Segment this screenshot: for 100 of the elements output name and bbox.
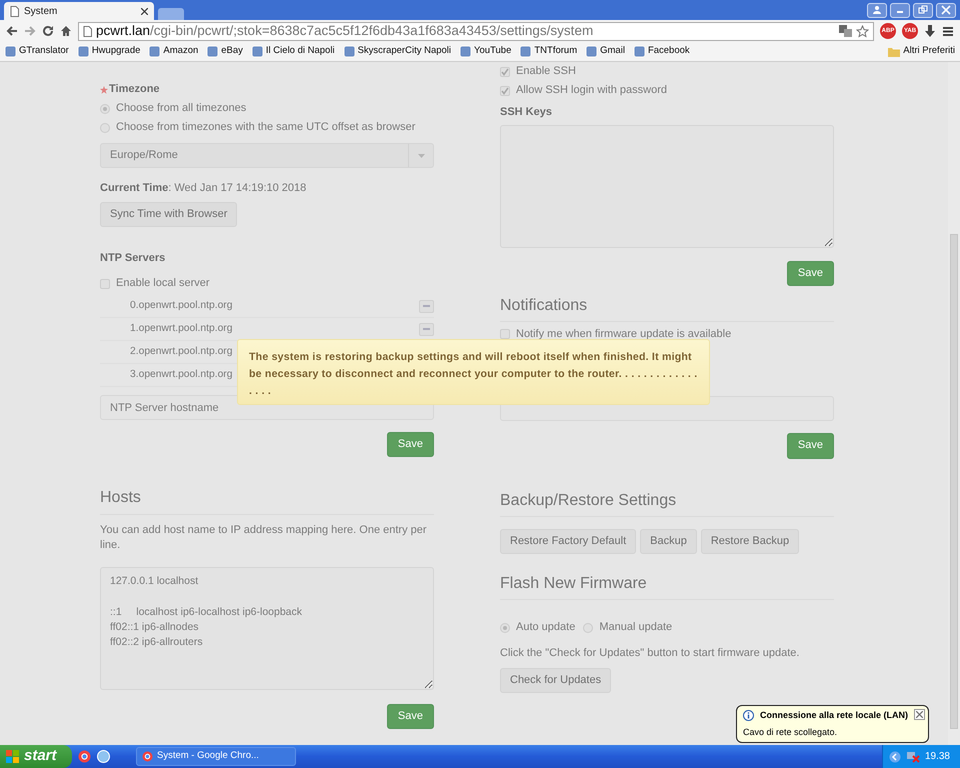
- help-text: Click the "Check for Updates" button to start firmware update.: [500, 646, 800, 662]
- bookmark-icon: [520, 46, 532, 57]
- chevron-icon[interactable]: [888, 750, 901, 762]
- radio-label: Choose from all timezones: [116, 101, 246, 116]
- network-error-icon[interactable]: [906, 750, 920, 762]
- save-button[interactable]: Save: [786, 261, 834, 286]
- radio-label: Choose from timezones with the same UTC offset as browser: [116, 120, 416, 136]
- server-hostname: 2.openwrt.pool.ntp.org: [130, 345, 232, 360]
- check-updates-button[interactable]: Check for Updates: [500, 668, 612, 693]
- current-time-text: Current Time: Wed Jan 17 14:19:10 2018: [100, 181, 308, 196]
- minus-icon: [423, 328, 430, 330]
- scrollbar[interactable]: [948, 62, 960, 745]
- url-path: /cgi-bin/pcwrt/;stok=8638c7ac5c5f12f6db43a1f683a43453/settings/system: [150, 23, 594, 38]
- section-heading: Flash New Firmware: [500, 574, 834, 600]
- timezone-select[interactable]: Europe/Rome: [100, 143, 434, 168]
- other-bookmarks-link[interactable]: Altri Preferiti: [888, 44, 955, 59]
- checkbox[interactable]: [500, 66, 510, 76]
- field-label: SSH Keys: [500, 105, 553, 120]
- checkbox[interactable]: [100, 278, 110, 289]
- radio-button[interactable]: [500, 622, 510, 633]
- sync-time-button[interactable]: Sync Time with Browser: [100, 202, 238, 227]
- checkbox-label: Allow SSH login with password: [516, 83, 668, 98]
- bookmark-link[interactable]: Il Cielo di Napoli: [252, 44, 335, 59]
- backup-button[interactable]: Restore Factory Default: [500, 528, 636, 554]
- check-icon: [501, 68, 509, 76]
- address-bar[interactable]: pcwrt.lan/cgi-bin/pcwrt/;stok=8638c7ac5c5f12f6db43a1f683a43453/settings/system: [78, 22, 874, 40]
- bookmark-link[interactable]: Gmail: [586, 44, 625, 59]
- server-hostname: 3.openwrt.pool.ntp.org: [130, 368, 232, 382]
- browser-tab[interactable]: System: [4, 2, 154, 20]
- radio-label: Auto update: [516, 620, 576, 636]
- windows-logo-icon: [6, 750, 20, 764]
- clock-text: 19.38: [924, 750, 950, 764]
- section-heading: Hosts: [100, 488, 434, 515]
- ssh-keys-field[interactable]: [500, 124, 834, 248]
- close-icon[interactable]: [141, 8, 148, 14]
- folder-icon: [888, 46, 900, 56]
- browser-icon[interactable]: [78, 750, 91, 763]
- checkbox-label: Notify me when firmware update is available: [516, 326, 732, 342]
- remove-button[interactable]: [419, 322, 434, 336]
- restore-icon[interactable]: [918, 5, 928, 15]
- translate-icon[interactable]: [839, 25, 852, 37]
- save-button[interactable]: Save: [786, 433, 834, 459]
- checkbox[interactable]: [500, 86, 510, 96]
- bookmark-link[interactable]: Amazon: [149, 44, 198, 59]
- forward-icon[interactable]: [24, 25, 36, 37]
- bookmark-icon: [5, 46, 16, 57]
- close-icon: [916, 711, 923, 718]
- bookmark-link[interactable]: SkyscraperCity Napoli: [344, 44, 452, 59]
- info-icon: [743, 710, 754, 722]
- bookmark-link[interactable]: GTranslator: [5, 44, 69, 59]
- backup-button[interactable]: Backup: [640, 528, 697, 554]
- home-icon[interactable]: [60, 25, 72, 37]
- browser-icon: [142, 751, 153, 762]
- close-button[interactable]: [914, 709, 925, 720]
- bookmark-icon: [460, 46, 472, 57]
- checkbox[interactable]: [500, 328, 510, 339]
- save-button[interactable]: Save: [386, 704, 434, 730]
- menu-icon[interactable]: [942, 26, 954, 36]
- reload-icon[interactable]: [42, 25, 54, 37]
- bookmark-icon: [344, 46, 355, 57]
- section-label: NTP Servers: [100, 250, 166, 266]
- bookmark-link[interactable]: Hwupgrade: [78, 44, 140, 59]
- back-icon[interactable]: [6, 25, 18, 37]
- radio-button[interactable]: [100, 122, 110, 132]
- bookmark-icon: [207, 46, 218, 57]
- bookmark-icon: [78, 46, 89, 57]
- bookmark-link[interactable]: YouTube: [460, 44, 512, 59]
- checkbox-label: Enable SSH: [516, 64, 576, 80]
- balloon-title: Connessione alla rete locale (LAN): [760, 709, 908, 722]
- user-icon[interactable]: [872, 5, 882, 15]
- minus-icon: [423, 305, 430, 308]
- caret-icon: [418, 154, 424, 158]
- server-hostname: 0.openwrt.pool.ntp.org: [130, 299, 232, 314]
- taskbar-task[interactable]: System - Google Chro...: [136, 747, 296, 766]
- radio-label: Manual update: [599, 620, 672, 636]
- bookmark-link[interactable]: Facebook: [634, 44, 690, 59]
- radio-button[interactable]: [583, 622, 594, 633]
- star-icon[interactable]: [856, 24, 869, 38]
- page-icon: [83, 26, 92, 36]
- check-icon: [501, 86, 509, 94]
- restore-toast: The system is restoring backup settings and will reboot itself when finished. It might be necessary to disconnect and reconnect your computer to the router. . . . . . . . . . . . . . . . .: [237, 339, 710, 405]
- bookmark-icon: [149, 46, 160, 57]
- bookmark-icon: [252, 46, 263, 57]
- bookmark-link[interactable]: TNTforum: [520, 44, 578, 59]
- field-label: Timezone: [109, 82, 160, 98]
- page-icon: [10, 6, 19, 16]
- backup-button[interactable]: Restore Backup: [700, 528, 800, 554]
- bookmark-link[interactable]: eBay: [207, 44, 243, 59]
- bookmark-icon: [586, 46, 598, 57]
- download-icon[interactable]: [924, 24, 936, 38]
- balloon-text: Cavo di rete scollegato.: [743, 726, 838, 739]
- url-host: pcwrt.lan: [96, 23, 150, 38]
- section-heading: Notifications: [500, 296, 834, 322]
- remove-button[interactable]: [419, 300, 434, 313]
- save-button[interactable]: Save: [386, 432, 434, 458]
- bookmark-icon: [634, 46, 645, 57]
- server-hostname: 1.openwrt.pool.ntp.org: [130, 322, 232, 336]
- hosts-field[interactable]: 127.0.0.1 localhost ::1 localhost ip6-localhost ip6-loopback ff02::1 ip6-allnodes ff02::2 ip6-allrouters: [100, 567, 434, 690]
- radio-button[interactable]: [100, 104, 110, 114]
- start-button[interactable]: start: [0, 745, 72, 768]
